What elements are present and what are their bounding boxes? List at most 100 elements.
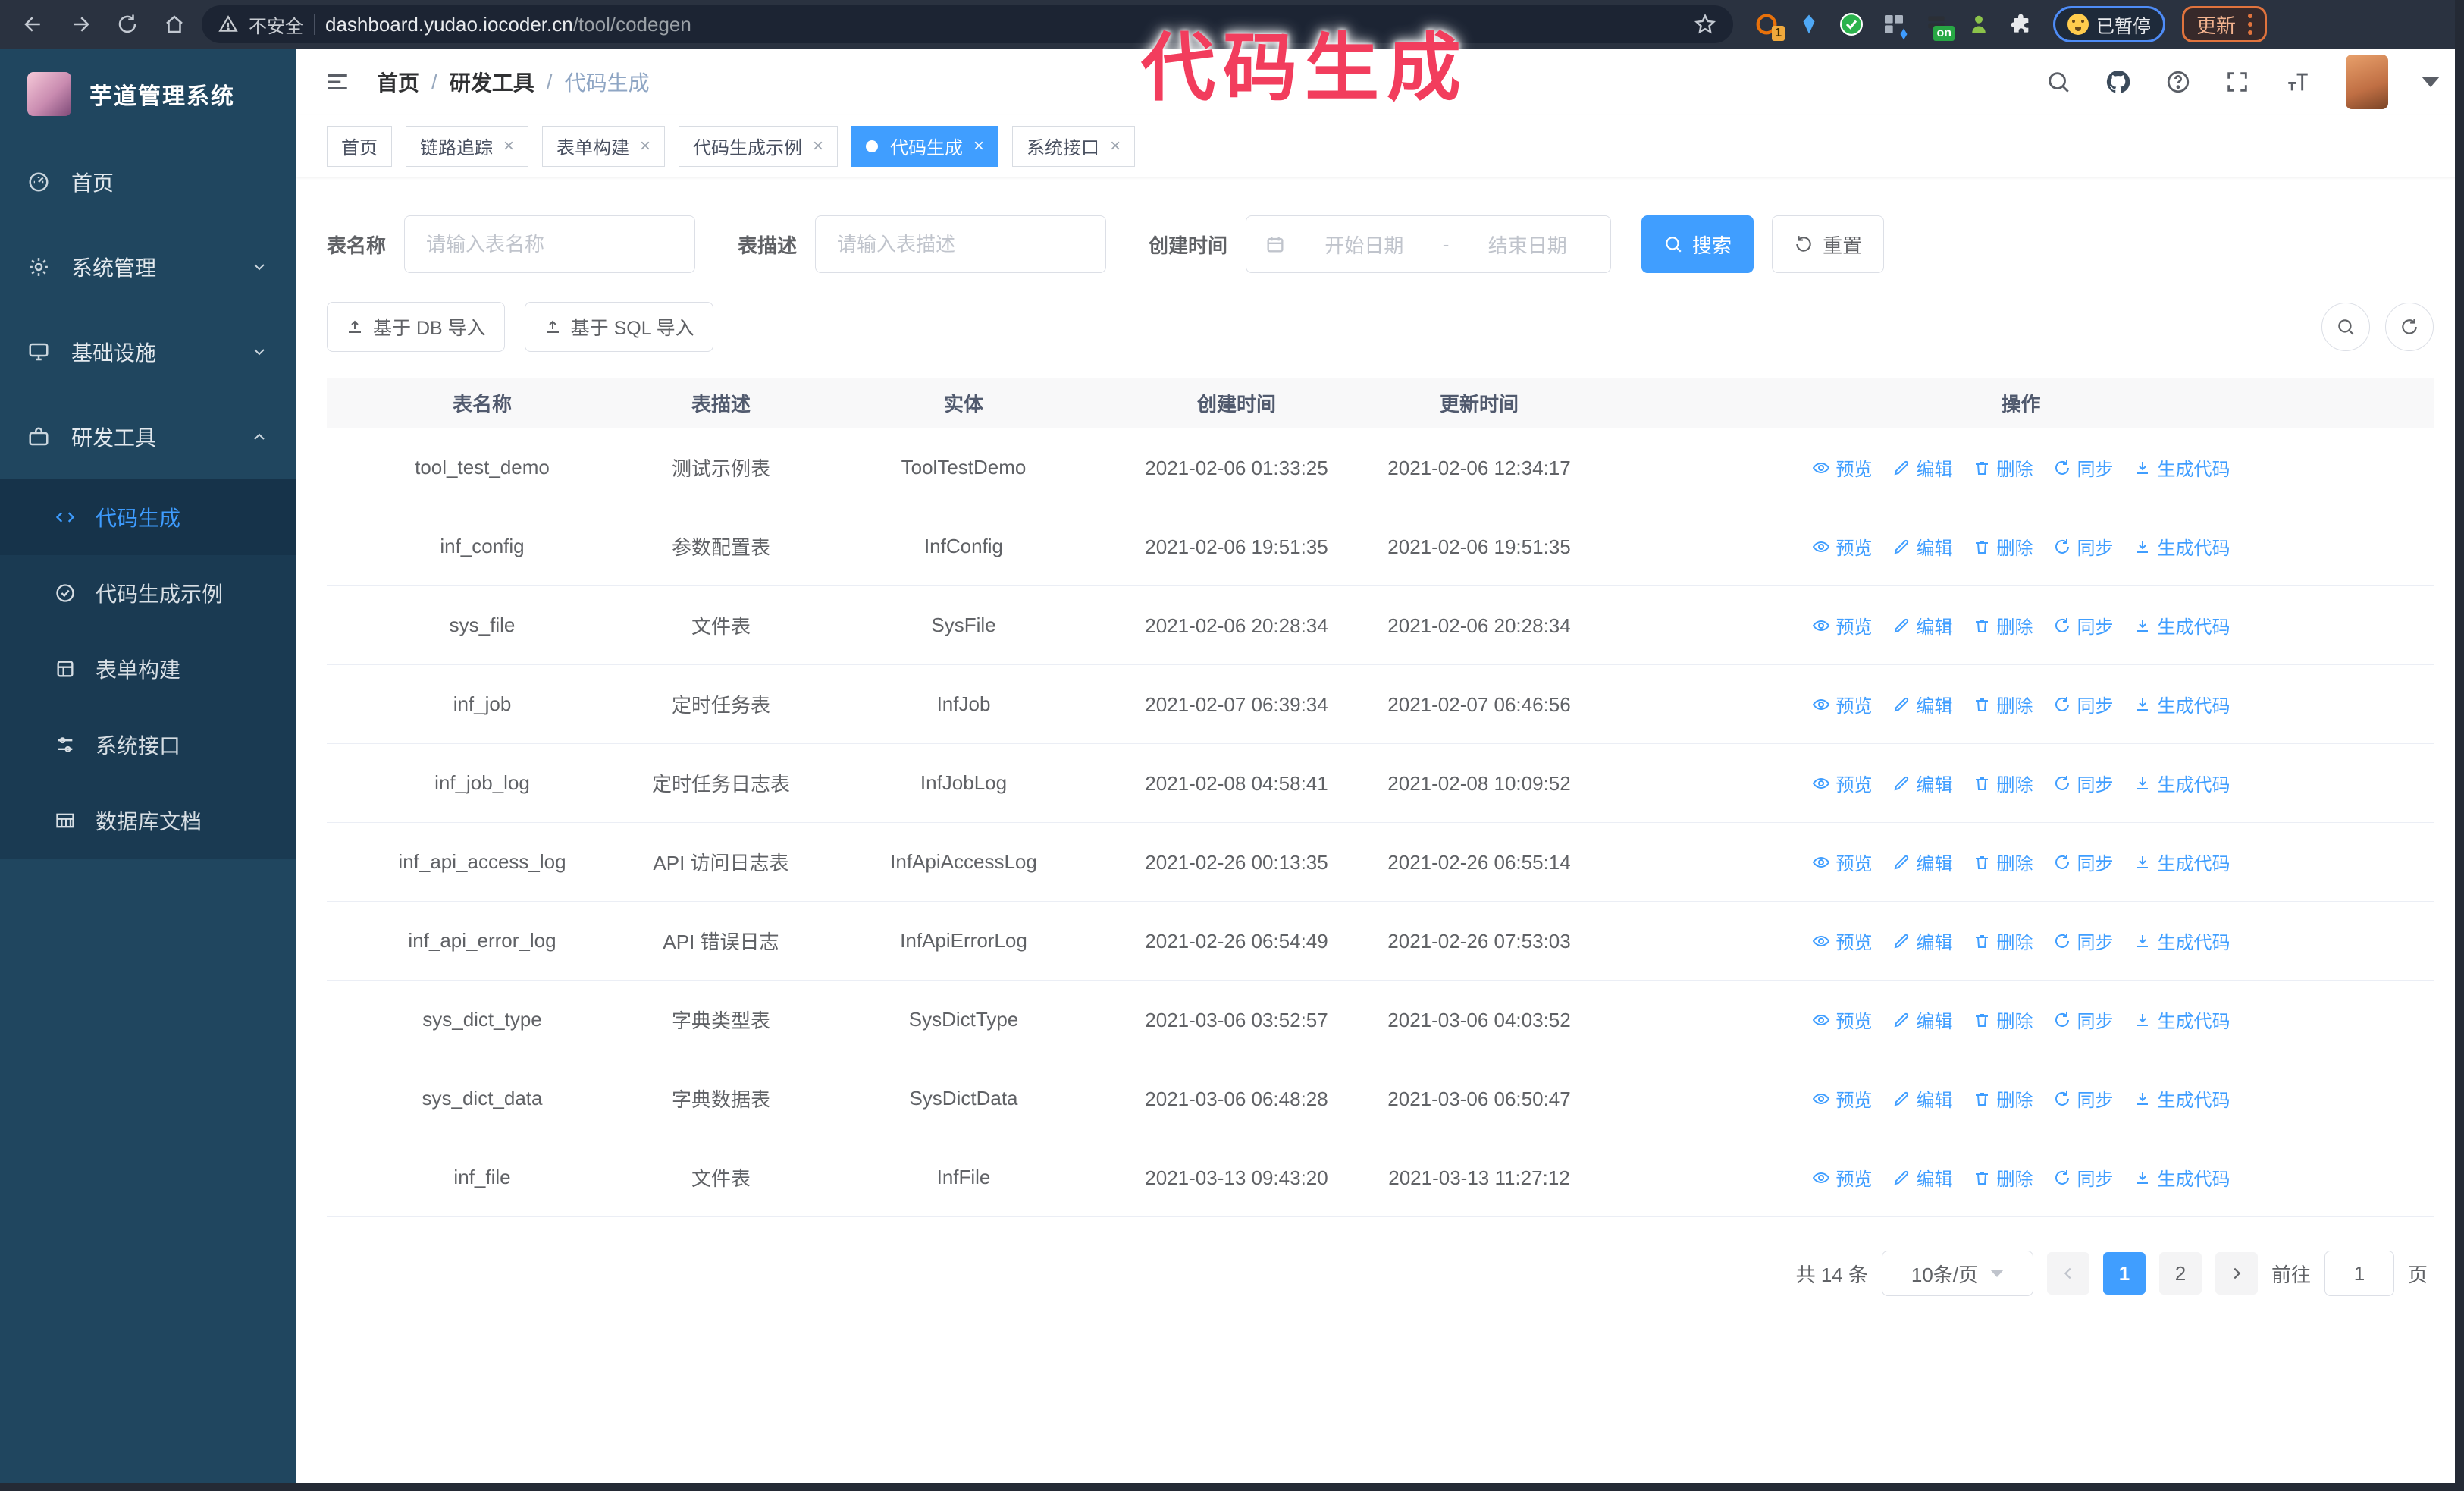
tab-tracing[interactable]: 链路追踪 × bbox=[406, 125, 529, 167]
refresh-table-button[interactable] bbox=[2385, 303, 2434, 351]
url-bar[interactable]: 不安全 dashboard.yudao.iocoder.cn/tool/code… bbox=[202, 5, 1733, 43]
preview-link[interactable]: 预览 bbox=[1812, 533, 1873, 560]
browser-back-icon[interactable] bbox=[14, 5, 53, 44]
show-search-button[interactable] bbox=[2321, 303, 2370, 351]
edit-link[interactable]: 编辑 bbox=[1892, 1006, 1953, 1033]
import-sql-button[interactable]: 基于 SQL 导入 bbox=[524, 302, 713, 352]
edit-link[interactable]: 编辑 bbox=[1892, 691, 1953, 717]
extension-icon-4[interactable] bbox=[1879, 9, 1909, 40]
browser-reload-icon[interactable] bbox=[108, 5, 147, 44]
fullscreen-icon[interactable] bbox=[2224, 69, 2250, 95]
extension-icon-3[interactable] bbox=[1836, 9, 1867, 39]
delete-link[interactable]: 删除 bbox=[1973, 849, 2033, 875]
delete-link[interactable]: 删除 bbox=[1973, 691, 2033, 717]
generate-code-link[interactable]: 生成代码 bbox=[2133, 1085, 2230, 1112]
delete-link[interactable]: 删除 bbox=[1973, 1085, 2033, 1112]
sidebar-item-api[interactable]: 系统接口 bbox=[0, 707, 296, 783]
extension-icon-2[interactable] bbox=[1794, 9, 1824, 39]
generate-code-link[interactable]: 生成代码 bbox=[2133, 770, 2230, 796]
generate-code-link[interactable]: 生成代码 bbox=[2133, 1006, 2230, 1033]
close-icon[interactable]: × bbox=[1110, 136, 1121, 157]
sync-link[interactable]: 同步 bbox=[2053, 1006, 2114, 1033]
delete-link[interactable]: 删除 bbox=[1973, 1164, 2033, 1191]
browser-forward-icon[interactable] bbox=[61, 5, 100, 44]
edit-link[interactable]: 编辑 bbox=[1892, 1164, 1953, 1191]
delete-link[interactable]: 删除 bbox=[1973, 454, 2033, 481]
preview-link[interactable]: 预览 bbox=[1812, 849, 1873, 875]
sync-link[interactable]: 同步 bbox=[2053, 691, 2114, 717]
next-page-button[interactable] bbox=[2215, 1252, 2258, 1295]
preview-link[interactable]: 预览 bbox=[1812, 1006, 1873, 1033]
page-button-1[interactable]: 1 bbox=[2102, 1252, 2146, 1295]
prev-page-button[interactable] bbox=[2046, 1252, 2089, 1295]
user-avatar[interactable] bbox=[2346, 55, 2388, 109]
table-desc-input[interactable] bbox=[815, 215, 1107, 273]
browser-update-button[interactable]: 更新 bbox=[2182, 6, 2268, 42]
date-range-picker[interactable]: 开始日期 - 结束日期 bbox=[1246, 215, 1612, 273]
sync-link[interactable]: 同步 bbox=[2053, 1164, 2114, 1191]
reset-button[interactable]: 重置 bbox=[1772, 215, 1885, 273]
extension-icon-1[interactable]: 1 bbox=[1751, 9, 1785, 41]
generate-code-link[interactable]: 生成代码 bbox=[2133, 928, 2230, 954]
generate-code-link[interactable]: 生成代码 bbox=[2133, 1164, 2230, 1191]
delete-link[interactable]: 删除 bbox=[1973, 612, 2033, 639]
help-icon[interactable] bbox=[2165, 69, 2191, 95]
page-button-2[interactable]: 2 bbox=[2158, 1252, 2202, 1295]
sidebar-item-codegen[interactable]: 代码生成 bbox=[0, 479, 296, 555]
delete-link[interactable]: 删除 bbox=[1973, 928, 2033, 954]
sync-link[interactable]: 同步 bbox=[2053, 612, 2114, 639]
generate-code-link[interactable]: 生成代码 bbox=[2133, 849, 2230, 875]
tab-codegen[interactable]: 代码生成 × bbox=[851, 125, 999, 167]
edit-link[interactable]: 编辑 bbox=[1892, 928, 1953, 954]
sidebar-item-db-doc[interactable]: 数据库文档 bbox=[0, 783, 296, 859]
sync-link[interactable]: 同步 bbox=[2053, 849, 2114, 875]
close-icon[interactable]: × bbox=[503, 136, 514, 157]
extensions-puzzle-icon[interactable] bbox=[2006, 9, 2036, 39]
import-db-button[interactable]: 基于 DB 导入 bbox=[327, 302, 505, 352]
preview-link[interactable]: 预览 bbox=[1812, 770, 1873, 796]
search-button[interactable]: 搜索 bbox=[1641, 215, 1754, 273]
close-icon[interactable]: × bbox=[973, 136, 984, 157]
breadcrumb-devtools[interactable]: 研发工具 bbox=[450, 67, 534, 97]
edit-link[interactable]: 编辑 bbox=[1892, 770, 1953, 796]
preview-link[interactable]: 预览 bbox=[1812, 454, 1873, 481]
font-size-icon[interactable] bbox=[2284, 69, 2312, 95]
bookmark-star-icon[interactable] bbox=[1694, 13, 1716, 36]
sidebar-item-system[interactable]: 系统管理 bbox=[0, 224, 296, 309]
extension-icon-5[interactable]: on bbox=[1921, 9, 1955, 41]
sidebar-item-codegen-example[interactable]: 代码生成示例 bbox=[0, 555, 296, 631]
browser-home-icon[interactable] bbox=[155, 5, 194, 44]
close-icon[interactable]: × bbox=[640, 136, 650, 157]
preview-link[interactable]: 预览 bbox=[1812, 1164, 1873, 1191]
generate-code-link[interactable]: 生成代码 bbox=[2133, 454, 2230, 481]
sync-link[interactable]: 同步 bbox=[2053, 454, 2114, 481]
search-icon[interactable] bbox=[2045, 69, 2071, 95]
preview-link[interactable]: 预览 bbox=[1812, 1085, 1873, 1112]
edit-link[interactable]: 编辑 bbox=[1892, 454, 1953, 481]
sidebar-item-infra[interactable]: 基础设施 bbox=[0, 309, 296, 394]
tab-form-builder[interactable]: 表单构建 × bbox=[542, 125, 666, 167]
github-icon[interactable] bbox=[2105, 68, 2132, 96]
generate-code-link[interactable]: 生成代码 bbox=[2133, 612, 2230, 639]
close-icon[interactable]: × bbox=[813, 136, 823, 157]
generate-code-link[interactable]: 生成代码 bbox=[2133, 691, 2230, 717]
sync-link[interactable]: 同步 bbox=[2053, 1085, 2114, 1112]
sidebar-item-devtools[interactable]: 研发工具 bbox=[0, 394, 296, 479]
edit-link[interactable]: 编辑 bbox=[1892, 612, 1953, 639]
sidebar-item-home[interactable]: 首页 bbox=[0, 140, 296, 224]
table-name-input[interactable] bbox=[404, 215, 696, 273]
preview-link[interactable]: 预览 bbox=[1812, 612, 1873, 639]
sync-link[interactable]: 同步 bbox=[2053, 770, 2114, 796]
delete-link[interactable]: 删除 bbox=[1973, 1006, 2033, 1033]
sidebar-item-form-builder[interactable]: 表单构建 bbox=[0, 631, 296, 707]
tab-home[interactable]: 首页 bbox=[327, 125, 392, 167]
sync-link[interactable]: 同步 bbox=[2053, 928, 2114, 954]
avatar-caret-icon[interactable] bbox=[2422, 77, 2440, 87]
goto-page-input[interactable] bbox=[2324, 1251, 2394, 1296]
browser-menu-kebab-icon[interactable] bbox=[2248, 14, 2253, 35]
edit-link[interactable]: 编辑 bbox=[1892, 533, 1953, 560]
sync-link[interactable]: 同步 bbox=[2053, 533, 2114, 560]
tab-api[interactable]: 系统接口 × bbox=[1012, 125, 1136, 167]
extension-icon-6[interactable] bbox=[1964, 9, 1994, 39]
tab-codegen-example[interactable]: 代码生成示例 × bbox=[679, 125, 839, 167]
